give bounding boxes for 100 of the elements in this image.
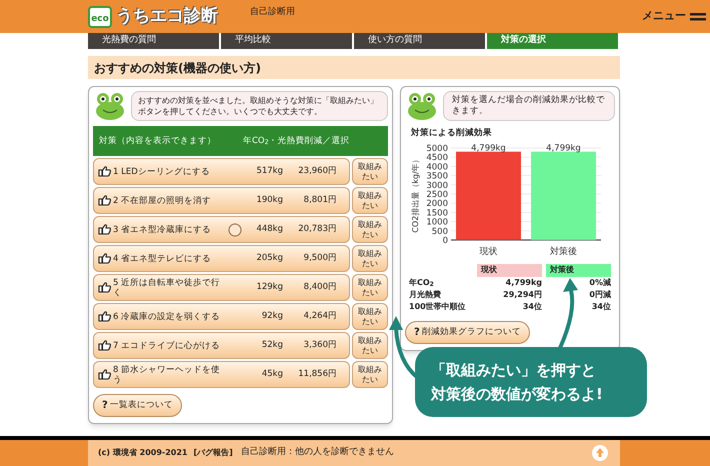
- measure-label: 8 節水シャワーヘッドを使う: [113, 364, 222, 384]
- step-tab[interactable]: 平均比較: [221, 33, 354, 49]
- cost-value: 11,856円: [297, 368, 337, 381]
- measure-row[interactable]: 4 省エネ型テレビにする 205kg 9,500円: [93, 245, 350, 272]
- measure-row[interactable]: 7 エコドライブに心がける 52kg 3,360円: [93, 332, 350, 359]
- co2-value: 52kg: [260, 339, 283, 352]
- scroll-top-icon[interactable]: [592, 445, 608, 461]
- message-bubble: おすすめの対策を並べました。取組めそうな対策に「取組みたい」ボタンを押してください。いくつでも大丈夫です。: [131, 91, 388, 121]
- copyright-text: (c) 環境省 2009-2021: [98, 447, 188, 459]
- co2-value: 205kg: [255, 252, 283, 265]
- want-button[interactable]: 取組みたい: [352, 361, 388, 388]
- chart-title: 対策による削減効果: [410, 127, 493, 140]
- value-label: 4,799kg: [471, 143, 506, 154]
- table-header: 対策後: [546, 264, 611, 277]
- help-button[interactable]: ? 削減効果グラフについて: [405, 320, 530, 344]
- notice-text: 自己診断用：他の人を診断できません: [240, 446, 394, 460]
- current-value: 34位: [522, 300, 542, 313]
- co2-value: 517kg: [255, 165, 283, 178]
- after-value: 34位: [590, 300, 611, 313]
- measure-label: 4 省エネ型テレビにする: [113, 254, 212, 264]
- step-tab[interactable]: 対策の選択: [487, 33, 620, 49]
- after-value: 0円減: [588, 288, 611, 301]
- cost-value: 9,500円: [302, 252, 337, 265]
- axis-tick: 2500: [426, 190, 448, 200]
- axis-tick: 500: [432, 226, 448, 237]
- help-button[interactable]: ? 一覧表について: [93, 394, 182, 417]
- pointing-hand-icon: [98, 369, 111, 380]
- axis-tick: 2000: [426, 198, 448, 209]
- want-button[interactable]: 取組みたい: [352, 216, 388, 243]
- cost-value: 23,960円: [297, 165, 337, 178]
- measure-label: 6 冷蔵庫の設定を弱くする: [113, 312, 222, 322]
- row-label: 年CO$_{2}$: [409, 276, 435, 289]
- want-button[interactable]: 取組みたい: [352, 187, 388, 214]
- axis-tick: 1500: [426, 208, 448, 218]
- measure-row[interactable]: 6 冷蔵庫の設定を弱くする 92kg 4,264円: [93, 303, 350, 330]
- pointing-hand-icon: [98, 166, 111, 177]
- axis-label: CO2排出量（kg/年）: [411, 155, 420, 232]
- axis-tick: 3000: [426, 180, 448, 191]
- axis-tick: 4500: [426, 152, 448, 163]
- frog-icon: [93, 91, 127, 121]
- message-bubble: 対策を選んだ場合の削減効果が比較できます。: [443, 91, 615, 121]
- logo-badge: eco: [88, 6, 112, 28]
- axis-tick: 0: [442, 236, 448, 246]
- pointing-hand-icon: [98, 224, 111, 235]
- cost-value: 8,801円: [302, 194, 337, 207]
- bug-report-link[interactable]: [バグ報告]: [193, 447, 233, 459]
- cost-value: 8,400円: [302, 281, 337, 294]
- measure-row[interactable]: 1 LEDシーリングにする 517kg 23,960円: [93, 158, 350, 185]
- frog-icon: [405, 91, 439, 121]
- row-label: 月光熱費: [409, 288, 442, 301]
- co2-value: 45kg: [260, 368, 283, 381]
- want-button[interactable]: 取組みたい: [352, 274, 388, 301]
- category-label: 対策後: [550, 246, 577, 257]
- current-value: 29,294円: [502, 288, 542, 301]
- pointing-hand-icon: [98, 253, 111, 264]
- cost-value: 3,360円: [302, 339, 337, 352]
- want-button[interactable]: 取組みたい: [352, 303, 388, 330]
- cost-value: 4,264円: [302, 310, 337, 323]
- axis-tick: 4000: [426, 162, 448, 172]
- measure-row[interactable]: 8 節水シャワーヘッドを使う 45kg 11,856円: [93, 361, 350, 388]
- co2-value: 190kg: [255, 194, 283, 207]
- measure-row[interactable]: 3 省エネ型冷蔵庫にする 448kg 20,783円: [93, 216, 350, 243]
- axis-tick: 1000: [426, 217, 448, 228]
- table-header: 現状: [477, 264, 542, 277]
- co2-value: 92kg: [260, 310, 283, 323]
- co2-value: 129kg: [255, 281, 283, 294]
- want-button[interactable]: 取組みたい: [352, 158, 388, 185]
- measure-label: 2 不在部屋の照明を消す: [113, 196, 212, 206]
- pointing-hand-icon: [98, 311, 111, 322]
- axis-tick: 3500: [426, 171, 448, 182]
- axis-tick: 5000: [426, 144, 448, 154]
- character-icon: [228, 222, 242, 236]
- column-header: 対策（内容を表示できます）: [98, 136, 217, 146]
- pointing-hand-icon: [98, 282, 111, 293]
- want-button[interactable]: 取組みたい: [352, 245, 388, 272]
- help-icon: ?: [102, 398, 108, 413]
- callout-text: 対策後の数値が変わるよ!: [431, 384, 604, 405]
- menu-button[interactable]: メニュー: [642, 8, 706, 25]
- cost-value: 20,783円: [297, 223, 337, 236]
- value-label: 4,799kg: [546, 143, 581, 154]
- menu-icon: [690, 12, 706, 20]
- after-value: 0%減: [588, 276, 611, 289]
- measure-label: 5 近所は自転車や徒歩で行く: [113, 278, 222, 298]
- category-label: 現状: [480, 246, 498, 257]
- row-label: 100世帯中順位: [409, 300, 467, 313]
- help-icon: ?: [414, 324, 420, 340]
- page-title: おすすめの対策(機器の使い方): [88, 56, 620, 79]
- measure-label: 3 省エネ型冷蔵庫にする: [113, 224, 212, 234]
- mode-label: 自己診断用: [250, 6, 295, 19]
- co2-value: 448kg: [255, 223, 283, 236]
- measure-label: 1 LEDシーリングにする: [113, 166, 211, 176]
- current-value: 4,799kg: [504, 276, 542, 289]
- measure-row[interactable]: 2 不在部屋の照明を消す 190kg 8,801円: [93, 187, 350, 214]
- pointing-hand-icon: [98, 195, 111, 206]
- column-header: 年CO$_{2}$・光熱費削減／選択: [242, 134, 350, 148]
- want-button[interactable]: 取組みたい: [352, 332, 388, 359]
- measure-label: 7 エコドライブに心がける: [113, 340, 222, 350]
- callout-text: 「取組みたい」を押すと: [431, 360, 597, 381]
- measure-row[interactable]: 5 近所は自転車や徒歩で行く 129kg 8,400円: [93, 274, 350, 301]
- step-tab[interactable]: 光熱費の質問: [88, 33, 221, 49]
